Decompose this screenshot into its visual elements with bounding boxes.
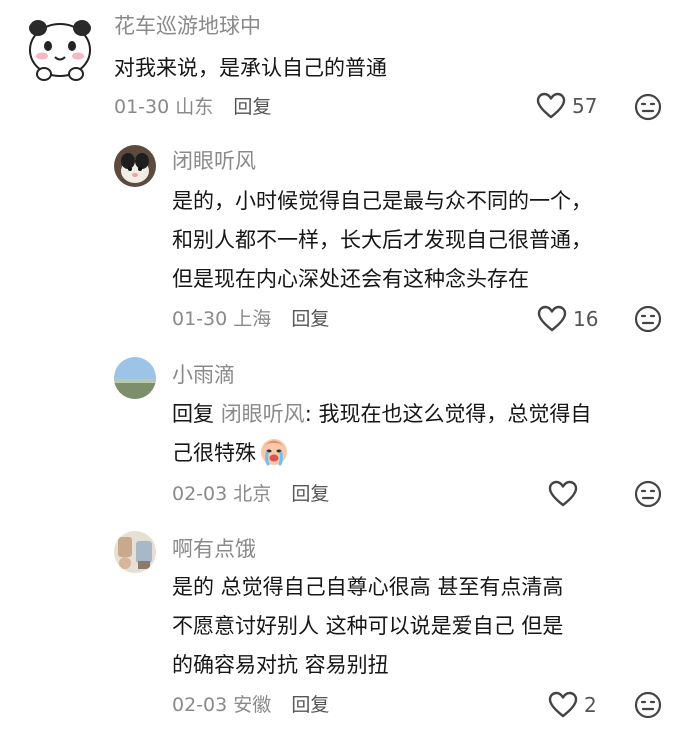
comment-meta: 02-03 北京 回复 xyxy=(172,480,329,508)
frown-face-icon xyxy=(634,93,662,121)
comment-line: 是的，小时候觉得自己是最与众不同的一个， xyxy=(172,189,592,213)
comment-line: 回复 闭眼听风: 我现在也这么觉得，总觉得自 xyxy=(172,395,591,434)
dislike-button[interactable] xyxy=(634,480,662,508)
reply-button[interactable]: 回复 xyxy=(291,483,329,505)
like-count: 16 xyxy=(573,307,599,331)
reply-button[interactable]: 回复 xyxy=(291,308,329,330)
comment-line: 不愿意讨好别人 这种可以说是爱自己 但是 xyxy=(172,614,564,638)
frown-face-icon xyxy=(634,305,662,333)
comment-line: 对我来说，是承认自己的普通 xyxy=(114,56,387,80)
comment-meta: 01-30 上海 回复 xyxy=(172,305,329,333)
comment-date: 02-03 xyxy=(172,483,228,505)
comment-meta: 02-03 安徽 回复 xyxy=(172,691,329,719)
reply-text: 己很特殊 xyxy=(172,441,256,465)
frown-face-icon xyxy=(634,480,662,508)
comment-text: 对我来说，是承认自己的普通 xyxy=(114,49,387,88)
like-button[interactable]: 57 xyxy=(536,92,597,120)
reply-prefix: 回复 xyxy=(172,402,214,426)
heart-outline-icon xyxy=(548,480,578,507)
reply-target-username[interactable]: 闭眼听风 xyxy=(221,402,305,426)
frown-face-icon xyxy=(634,691,662,719)
avatar[interactable] xyxy=(114,531,156,573)
comment-line: 和别人都不一样，长大后才发现自己很普通， xyxy=(172,228,592,252)
dislike-button[interactable] xyxy=(634,305,662,333)
comment-location: 北京 xyxy=(233,483,272,505)
comment-text: 是的，小时候觉得自己是最与众不同的一个， 和别人都不一样，长大后才发现自己很普通… xyxy=(172,182,592,299)
avatar[interactable] xyxy=(114,357,156,399)
comment-date: 02-03 xyxy=(172,694,228,716)
crying-face-emoji xyxy=(261,439,287,466)
comment-meta: 01-30 山东 回复 xyxy=(114,93,271,121)
reply-button[interactable]: 回复 xyxy=(233,96,271,118)
comment-location: 上海 xyxy=(233,308,272,330)
like-count: 57 xyxy=(572,94,598,118)
username[interactable]: 闭眼听风 xyxy=(172,147,256,175)
comment-location: 山东 xyxy=(175,96,214,118)
like-button[interactable] xyxy=(548,480,584,508)
comment-line: 的确容易对抗 容易别扭 xyxy=(172,653,389,677)
comment-line: 己很特殊 xyxy=(172,434,591,473)
comment-line: 是的 总觉得自己自尊心很高 甚至有点清高 xyxy=(172,575,564,599)
reply-text: : 我现在也这么觉得，总觉得自 xyxy=(304,402,592,426)
reply-button[interactable]: 回复 xyxy=(291,694,329,716)
comment-line: 但是现在内心深处还会有这种念头存在 xyxy=(172,267,529,291)
heart-outline-icon xyxy=(537,305,567,332)
username[interactable]: 啊有点饿 xyxy=(172,535,256,563)
comment-text: 是的 总觉得自己自尊心很高 甚至有点清高 不愿意讨好别人 这种可以说是爱自己 但… xyxy=(172,568,563,685)
heart-outline-icon xyxy=(536,92,566,119)
dislike-button[interactable] xyxy=(634,691,662,719)
heart-outline-icon xyxy=(548,691,578,718)
username[interactable]: 小雨滴 xyxy=(172,361,235,389)
avatar[interactable] xyxy=(114,145,156,187)
comment-date: 01-30 xyxy=(172,308,228,330)
dislike-button[interactable] xyxy=(634,93,662,121)
like-count: 2 xyxy=(584,693,597,717)
comment-date: 01-30 xyxy=(114,96,170,118)
like-button[interactable]: 16 xyxy=(537,305,598,333)
avatar[interactable] xyxy=(22,10,98,86)
like-button[interactable]: 2 xyxy=(548,691,597,719)
comment-location: 安徽 xyxy=(233,694,272,716)
comment-text: 回复 闭眼听风: 我现在也这么觉得，总觉得自 己很特殊 xyxy=(172,395,591,473)
username[interactable]: 花车巡游地球中 xyxy=(114,12,261,40)
